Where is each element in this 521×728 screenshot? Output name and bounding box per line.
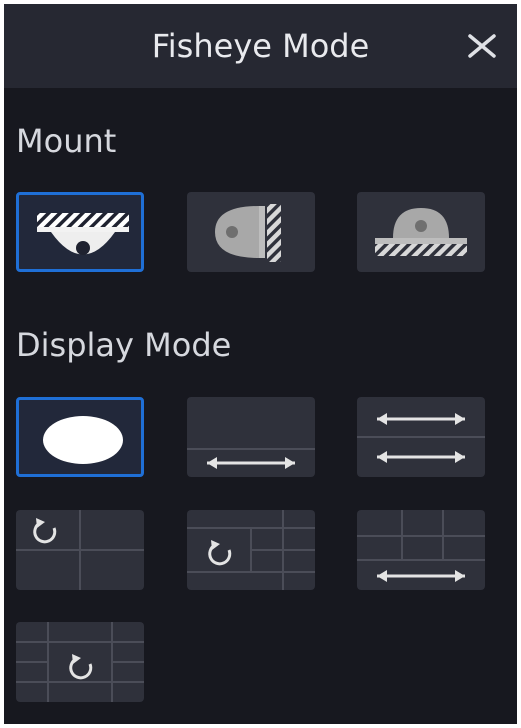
- rotate-quad-icon: [16, 510, 144, 590]
- display-original-button[interactable]: [16, 397, 144, 477]
- wall-mount-icon: [215, 204, 281, 262]
- panorama-arrow-icon: [187, 448, 315, 469]
- fisheye-mode-panel: Fisheye Mode Mount Display Mode: [4, 4, 517, 724]
- display-center-grid-button[interactable]: [16, 622, 144, 702]
- display-double-panorama-button[interactable]: [357, 397, 485, 477]
- display-grid-button[interactable]: [187, 510, 315, 590]
- circle-view-icon: [43, 416, 123, 464]
- display-panorama-button[interactable]: [187, 397, 315, 477]
- display-panorama-grid-button[interactable]: [357, 510, 485, 590]
- close-icon: [468, 34, 496, 58]
- mount-wall-button[interactable]: [187, 192, 315, 272]
- mount-label: Mount: [16, 122, 117, 160]
- panel-title: Fisheye Mode: [151, 27, 370, 65]
- rotate-grid-icon: [187, 510, 315, 590]
- close-button[interactable]: [462, 26, 502, 66]
- double-panorama-icon: [357, 413, 485, 463]
- panorama-grid-icon: [357, 510, 485, 582]
- desktop-mount-icon: [375, 208, 467, 256]
- rotate-center-grid-icon: [16, 622, 144, 702]
- display-mode-label: Display Mode: [16, 326, 232, 364]
- mount-ceiling-button[interactable]: [16, 192, 144, 272]
- header: Fisheye Mode: [4, 4, 517, 88]
- ceiling-mount-icon: [37, 213, 129, 255]
- display-quad-button[interactable]: [16, 510, 144, 590]
- mount-desktop-button[interactable]: [357, 192, 485, 272]
